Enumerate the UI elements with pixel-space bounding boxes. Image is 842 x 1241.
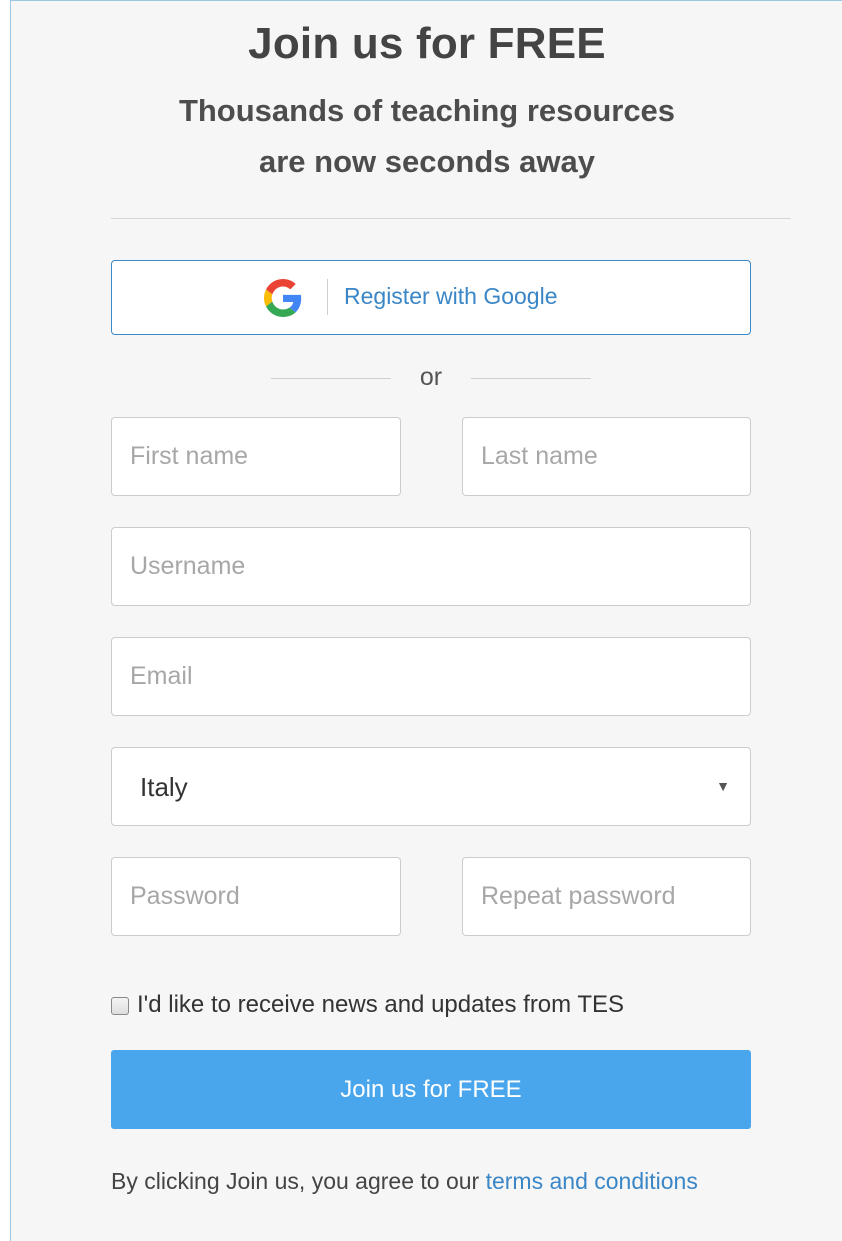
or-separator: or [271,361,591,397]
terms-and-conditions-link[interactable]: terms and conditions [486,1168,698,1194]
last-name-input[interactable] [462,417,751,496]
join-us-button[interactable]: Join us for FREE [111,1050,751,1129]
or-line-left [271,378,391,379]
register-with-google-label: Register with Google [344,283,558,309]
username-input[interactable] [111,527,751,606]
first-name-input[interactable] [111,417,401,496]
subtitle-line-1: Thousands of teaching resources [178,93,676,128]
country-selected-value: Italy [140,772,188,802]
country-select[interactable]: Italy ▼ [111,747,751,826]
google-g-icon [264,279,302,317]
header-divider [111,218,791,219]
terms-text: By clicking Join us, you agree to our te… [111,1161,751,1202]
page-title: Join us for FREE [248,19,606,68]
register-with-google-button[interactable]: Register with Google [111,260,751,335]
or-line-right [471,378,591,379]
or-text: or [419,363,443,391]
registration-panel: Join us for FREE Thousands of teaching r… [10,0,842,1241]
email-input[interactable] [111,637,751,716]
newsletter-checkbox[interactable] [111,997,129,1015]
subtitle-line-2: are now seconds away [259,144,595,179]
repeat-password-input[interactable] [462,857,751,936]
newsletter-label[interactable]: I'd like to receive news and updates fro… [137,991,624,1019]
chevron-down-icon: ▼ [716,778,730,794]
password-input[interactable] [111,857,401,936]
terms-prefix: By clicking Join us, you agree to our [111,1168,486,1194]
google-button-separator [327,279,328,315]
